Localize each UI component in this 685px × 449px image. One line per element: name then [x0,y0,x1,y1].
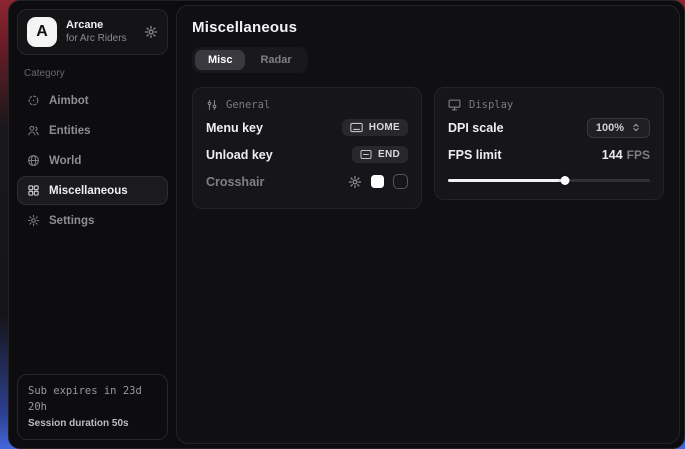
sidebar-item-label: Aimbot [49,95,89,107]
cards-row: General Menu key HOME [192,87,664,209]
unload-keybind-chip[interactable]: END [352,146,408,163]
sidebar-item-world[interactable]: World [17,146,168,175]
unload-key-label: Unload key [206,148,273,162]
sidebar-item-entities[interactable]: Entities [17,116,168,145]
app-subtitle: for Arc Riders [66,33,127,46]
subscription-info-card: Sub expires in 23d 20h Session duration … [17,374,168,440]
keyboard-icon [350,122,363,133]
display-card-title: Display [448,99,650,111]
fps-limit-row: FPS limit 144 FPS [448,141,650,168]
dpi-scale-row: DPI scale 100% [448,114,650,141]
app-logo: A [27,17,57,47]
sidebar-item-label: World [49,155,81,167]
crosshair-controls [348,174,408,189]
sidebar-item-label: Settings [49,215,94,227]
sidebar-item-label: Miscellaneous [49,185,128,197]
dpi-scale-value: 100% [596,122,624,134]
slider-fill [448,179,565,182]
fps-limit-unit: FPS [627,148,650,162]
menu-keybind-value: HOME [369,122,400,133]
category-label: Category [24,68,161,79]
chevron-up-down-icon [631,122,641,133]
app-name: Arcane [66,19,127,33]
tab-radar[interactable]: Radar [247,50,304,70]
sliders-icon [206,99,218,111]
general-card: General Menu key HOME [192,87,422,209]
tab-bar: Misc Radar [192,47,308,73]
key-icon [360,149,372,160]
sidebar-item-miscellaneous[interactable]: Miscellaneous [17,176,168,205]
general-card-title-text: General [226,99,270,111]
fps-limit-value: 144 [602,148,623,162]
gear-icon[interactable] [144,25,158,39]
crosshair-icon [27,94,40,107]
crosshair-checkbox[interactable] [393,174,408,189]
display-card-title-text: Display [469,99,513,111]
fps-limit-readout: 144 FPS [602,148,650,162]
main-panel: Miscellaneous Misc Radar General [176,5,680,444]
sidebar-item-aimbot[interactable]: Aimbot [17,86,168,115]
dpi-scale-label: DPI scale [448,121,504,135]
crosshair-color-swatch[interactable] [371,175,384,188]
sidebar: A Arcane for Arc Riders Category Aimbot [9,1,176,448]
app-meta: Arcane for Arc Riders [66,19,127,45]
globe-icon [27,154,40,167]
app-window: A Arcane for Arc Riders Category Aimbot [8,0,685,449]
display-card: Display DPI scale 100% FPS limit [434,87,664,200]
entities-icon [27,124,40,137]
fps-limit-slider[interactable] [448,175,650,186]
sub-expiry-text: Sub expires in 23d 20h [28,383,157,416]
dpi-scale-select[interactable]: 100% [587,118,650,138]
menu-key-label: Menu key [206,121,263,135]
monitor-icon [448,99,461,111]
gear-icon[interactable] [348,175,362,189]
app-header-card[interactable]: A Arcane for Arc Riders [17,9,168,55]
sidebar-item-label: Entities [49,125,91,137]
menu-keybind-chip[interactable]: HOME [342,119,408,136]
tab-misc[interactable]: Misc [195,50,245,70]
fps-limit-label: FPS limit [448,148,501,162]
unload-keybind-value: END [378,149,400,160]
sidebar-item-settings[interactable]: Settings [17,206,168,235]
grid-icon [27,184,40,197]
crosshair-label: Crosshair [206,175,264,189]
menu-key-row: Menu key HOME [206,114,408,141]
session-duration-text: Session duration 50s [28,416,157,432]
gear-icon [27,214,40,227]
crosshair-row: Crosshair [206,168,408,195]
page-title: Miscellaneous [192,19,664,36]
slider-thumb[interactable] [561,176,570,185]
general-card-title: General [206,99,408,111]
unload-key-row: Unload key END [206,141,408,168]
